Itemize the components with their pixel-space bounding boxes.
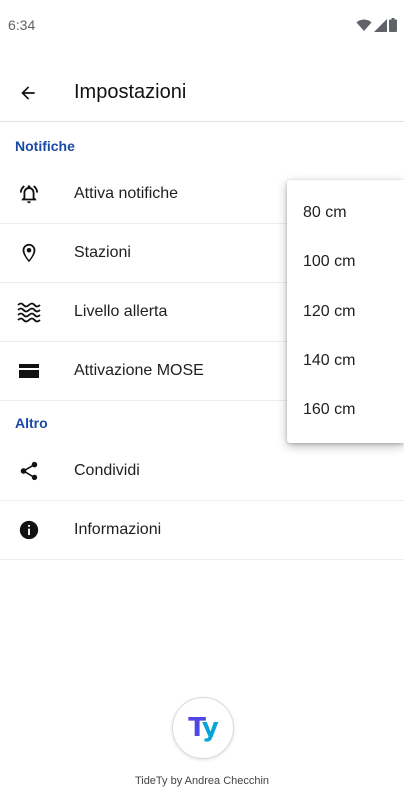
menu-item-100cm[interactable]: 100 cm — [287, 237, 404, 286]
status-time: 6:34 — [8, 17, 36, 33]
battery-icon — [389, 18, 397, 32]
section-header-altro: Altro — [15, 415, 48, 431]
arrow-back-icon — [21, 86, 35, 100]
back-button[interactable] — [14, 79, 42, 107]
page-title: Impostazioni — [74, 81, 187, 103]
app-logo: Ty — [172, 697, 234, 759]
footer-credit: TideTy by Andrea Checchin — [134, 775, 270, 787]
menu-item-140cm[interactable]: 140 cm — [287, 336, 404, 385]
alert-level-dropdown: 80 cm 100 cm 120 cm 140 cm 160 cm — [287, 180, 404, 443]
share-icon — [17, 459, 41, 483]
list-item-label: Attiva notifiche — [74, 185, 179, 202]
list-item-label: Attivazione MOSE — [74, 362, 204, 379]
list-item-condividi[interactable]: Condividi — [0, 442, 404, 501]
info-icon — [17, 518, 41, 542]
app-logo-text: Ty — [188, 713, 219, 743]
list-item-informazioni[interactable]: Informazioni — [0, 501, 404, 560]
status-icons — [356, 18, 397, 32]
alarm-bell-icon — [17, 182, 41, 206]
menu-item-160cm[interactable]: 160 cm — [287, 385, 404, 434]
menu-item-80cm[interactable]: 80 cm — [287, 188, 404, 237]
barrier-icon — [17, 359, 41, 383]
list-item-label: Livello allerta — [74, 303, 168, 320]
cellular-signal-icon — [374, 18, 387, 32]
status-bar: 6:34 — [0, 0, 404, 50]
app-bar: Impostazioni — [0, 64, 404, 122]
list-item-label: Informazioni — [74, 521, 162, 538]
wifi-icon — [356, 19, 372, 31]
menu-item-120cm[interactable]: 120 cm — [287, 287, 404, 336]
list-item-label: Stazioni — [74, 244, 131, 261]
section-header-notifiche: Notifiche — [15, 138, 75, 154]
waves-icon — [17, 300, 41, 324]
location-pin-icon — [17, 241, 41, 265]
list-item-label: Condividi — [74, 462, 140, 479]
